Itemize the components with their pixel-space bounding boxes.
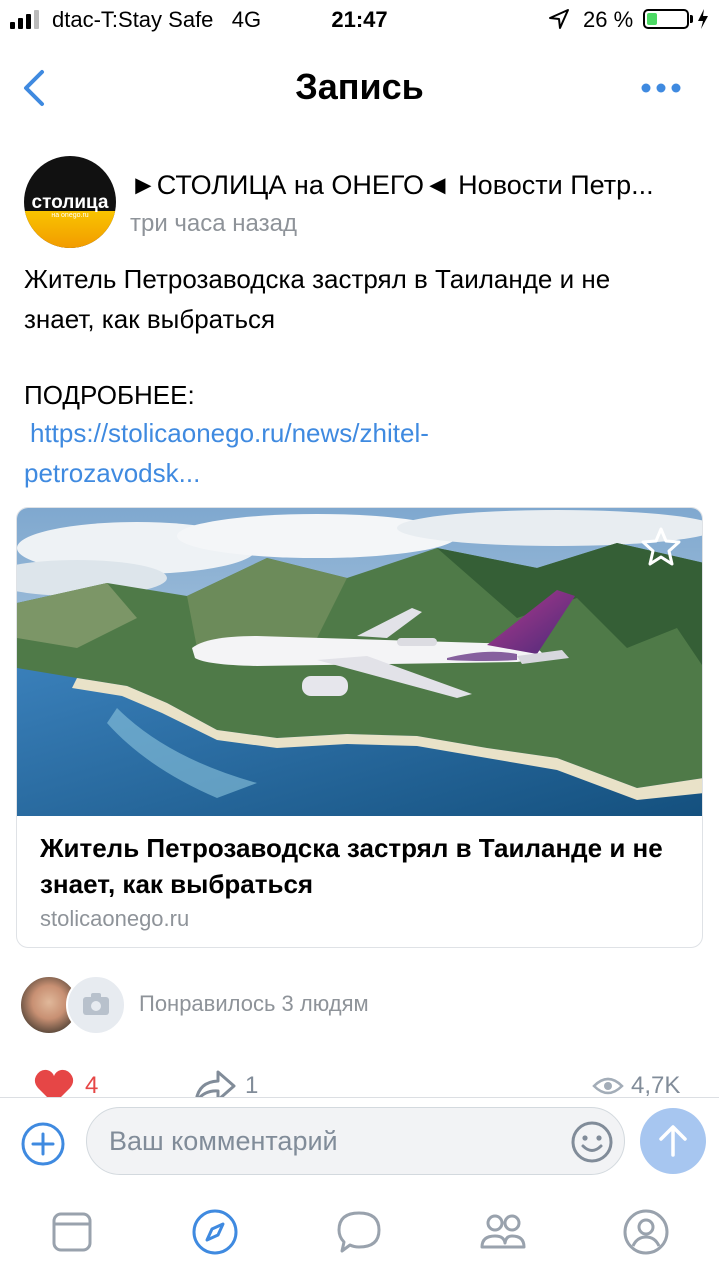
like-count: 4 bbox=[85, 1072, 99, 1099]
arrow-up-icon bbox=[659, 1125, 687, 1157]
more-dots-icon[interactable] bbox=[640, 78, 682, 98]
post-text-line-2: знает, как выбраться bbox=[24, 304, 276, 334]
friends-icon[interactable] bbox=[478, 1207, 528, 1257]
page-title: Запись bbox=[295, 66, 424, 107]
post-text-line-1: Житель Петрозаводска застрял в Таиланде … bbox=[24, 264, 611, 294]
liker-avatar-placeholder[interactable] bbox=[66, 975, 126, 1035]
card-title: Житель Петрозаводска застрял в Таиланде … bbox=[40, 833, 663, 899]
post-actions: 4 1 4,7K bbox=[0, 1060, 719, 1100]
card-photo bbox=[17, 508, 702, 816]
status-bar: dtac-T:Stay Safe 4G 21:47 26 % bbox=[0, 0, 719, 40]
more-label: ПОДРОБНЕЕ: bbox=[24, 380, 195, 410]
battery-percent: 26 % bbox=[583, 7, 634, 32]
battery-icon bbox=[643, 9, 689, 29]
location-arrow-icon bbox=[549, 9, 569, 29]
battery-tip bbox=[690, 15, 693, 23]
send-button[interactable] bbox=[640, 1108, 706, 1174]
comment-bar bbox=[0, 1097, 719, 1185]
post-time: три часа назад bbox=[130, 210, 297, 237]
explore-icon[interactable] bbox=[190, 1207, 240, 1257]
comment-input[interactable] bbox=[86, 1107, 625, 1175]
messages-icon[interactable] bbox=[334, 1207, 384, 1257]
link-card[interactable]: Житель Петрозаводска застрял в Таиланде … bbox=[16, 507, 703, 948]
post-link-line-1[interactable]: https://stolicaonego.ru/news/zhitel- bbox=[30, 413, 710, 453]
author-name[interactable]: ►СТОЛИЦА на ОНЕГО◄ Новости Петр... bbox=[130, 170, 700, 201]
share-count: 1 bbox=[245, 1072, 259, 1099]
eye-icon bbox=[592, 1077, 624, 1095]
card-domain: stolicaonego.ru bbox=[40, 906, 190, 931]
star-outline-icon[interactable] bbox=[640, 526, 682, 566]
view-count: 4,7K bbox=[631, 1072, 681, 1099]
profile-icon[interactable] bbox=[621, 1207, 671, 1257]
community-avatar[interactable]: столица на onego.ru bbox=[24, 156, 116, 248]
avatar-logo: столица на onego.ru bbox=[31, 192, 109, 219]
heart-icon[interactable] bbox=[33, 1067, 75, 1100]
news-icon[interactable] bbox=[47, 1207, 97, 1257]
plus-circle-icon[interactable] bbox=[20, 1121, 66, 1167]
smile-icon[interactable] bbox=[570, 1120, 614, 1164]
post-link-line-2[interactable]: petrozavodsk... bbox=[24, 453, 704, 493]
bolt-icon bbox=[698, 9, 708, 29]
share-icon[interactable] bbox=[192, 1068, 238, 1100]
likes-summary[interactable]: Понравилось 3 людям bbox=[139, 991, 369, 1017]
camera-icon bbox=[83, 993, 109, 1015]
